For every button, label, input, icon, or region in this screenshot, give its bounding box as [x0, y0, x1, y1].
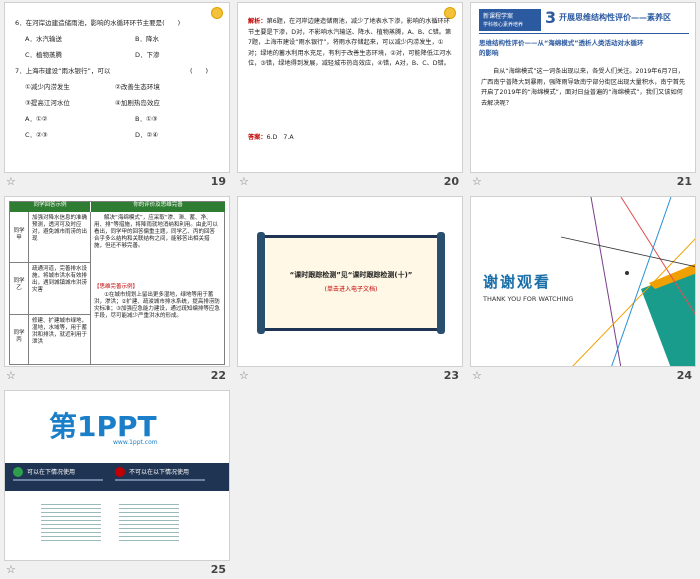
student-name: 同学丙	[13, 330, 25, 343]
answer-table: 同学回答示例 你的评价及思维完善 同学甲 加强对降水信息的准确预测，透河可及时应…	[9, 201, 225, 365]
scroll-rod-left	[257, 232, 265, 334]
placeholder-line	[115, 479, 205, 481]
slide-thumbnail-24[interactable]: 谢谢观看 THANK YOU FOR WATCHING ☆ 24	[470, 196, 696, 385]
subtitle: 思维结构性评价——从“海绵模式”透析人类活动对水循环	[479, 39, 644, 47]
slide-number: 21	[676, 175, 692, 188]
option-b: B．降水	[135, 35, 159, 43]
question-6: 6．在河岸边建造储雨池，影响的水循环环节主要是( )	[15, 19, 181, 27]
question-7: 7．上海市建设“雨水银行”，可以	[15, 67, 111, 75]
body-text: 自从“海绵模式”这一词条出现以来，各受人们关注。2019年6月7日，广西南宁普降…	[481, 68, 686, 107]
slide-number: 24	[676, 369, 692, 382]
choice-1: ①减少内涝发生	[25, 83, 70, 91]
slide-canvas: 6．在河岸边建造储雨池，影响的水循环环节主要是( ) A．水汽输送 B．降水 C…	[4, 2, 230, 173]
star-icon[interactable]: ☆	[472, 369, 482, 382]
scroll-main-text: “课时跟踪检测”见“课时跟踪检测(十)”	[289, 271, 413, 279]
answer-line: 答案：6.D 7.A	[248, 133, 454, 144]
qr-preview-left	[41, 501, 101, 541]
slide-thumbnail-22[interactable]: 同学回答示例 你的评价及思维完善 同学甲 加强对降水信息的准确预测，透河可及时应…	[4, 196, 230, 385]
star-icon[interactable]: ☆	[6, 369, 16, 382]
choice-3: ③提高江河水位	[25, 99, 70, 107]
answer-value: 6.D 7.A	[266, 134, 294, 141]
thanks-subtitle: THANK YOU FOR WATCHING	[483, 295, 574, 303]
option-d: D．下渗	[135, 51, 160, 59]
slide-canvas: “课时跟踪检测”见“课时跟踪检测(十)” (单击进入电子文档)	[237, 196, 463, 367]
completed-text: ①在城市规划上留出更多湿地，绿地等用于蓄洪，渗洪；②扩建、疏浚城市排水系统，提高…	[94, 292, 220, 319]
cross-icon	[115, 467, 125, 477]
option-a: A．①②	[25, 115, 48, 123]
star-icon[interactable]: ☆	[239, 175, 249, 188]
header-badge: 新课程学案 学科核心素养培养	[479, 9, 541, 31]
slide-thumbnail-21[interactable]: 新课程学案 学科核心素养培养 3 开展思维结构性评价——素养区 思维结构性评价—…	[470, 2, 696, 191]
header-badge-title: 新课程学案	[483, 13, 514, 20]
sun-icon	[211, 7, 223, 19]
option-a: A．水汽输送	[25, 35, 62, 43]
student-name: 同学甲	[13, 228, 25, 241]
option-b: B．①③	[135, 115, 158, 123]
subtitle-cont: 的影响	[479, 49, 499, 57]
column-divider	[90, 212, 91, 364]
can-use-label: 可以在下情况使用	[27, 469, 76, 476]
analysis-text: 解析：第6题，在河岸边建造储雨池，减少了地表水下渗，影响的水循环环节主要是下渗，…	[248, 17, 454, 70]
option-d: D．②④	[135, 131, 159, 139]
student-answer: 疏通河道，完善排水设施，将城市洪水有效排出，遇到城镇城市洪涝灾害	[32, 266, 88, 293]
section-title: 开展思维结构性评价——素养区	[559, 13, 671, 22]
column-divider	[28, 212, 29, 364]
slide-canvas: 第1PPT www.1ppt.com 可以在下情况使用 不可以在以下情况使用	[4, 390, 230, 561]
evaluation-text: 解决“海绵模式”，应采取“渗、滞、蓄、净、用、排”等措施，将降雨就地消纳和利用。…	[94, 215, 218, 249]
answer-label: 答案：	[248, 134, 267, 141]
slide-number: 22	[210, 369, 226, 382]
slide-canvas: 谢谢观看 THANK YOU FOR WATCHING	[470, 196, 696, 367]
slide-canvas: 同学回答示例 你的评价及思维完善 同学甲 加强对降水信息的准确预测，透河可及时应…	[4, 196, 230, 367]
slide-thumbnail-25[interactable]: 第1PPT www.1ppt.com 可以在下情况使用 不可以在以下情况使用 ☆…	[4, 390, 230, 579]
row-divider	[10, 262, 90, 263]
slide-thumbnail-20[interactable]: 解析：第6题，在河岸边建造储雨池，减少了地表水下渗，影响的水循环环节主要是下渗，…	[237, 2, 463, 191]
slide-canvas: 解析：第6题，在河岸边建造储雨池，减少了地表水下渗，影响的水循环环节主要是下渗，…	[237, 2, 463, 173]
section-number: 3	[545, 8, 557, 27]
scroll-rod-right	[437, 232, 445, 334]
student-answer: 修建、扩建城市绿地，湿地，水域等，用于蓄洪和排洪，就近利用于泄洪	[32, 318, 88, 345]
slide-canvas: 新课程学案 学科核心素养培养 3 开展思维结构性评价——素养区 思维结构性评价—…	[470, 2, 696, 173]
scroll-banner: “课时跟踪检测”见“课时跟踪检测(十)” (单击进入电子文档)	[257, 232, 445, 334]
slide-number: 23	[443, 369, 459, 382]
thanks-title: 谢谢观看	[483, 273, 552, 291]
slide-number: 20	[443, 175, 459, 188]
header-divider	[479, 33, 689, 34]
logo-area: 第1PPT www.1ppt.com	[5, 391, 229, 463]
analysis-body: 第6题，在河岸边建造储雨池，减少了地表水下渗，影响的水循环环节主要是下渗，D对，…	[248, 18, 452, 67]
analysis-label: 解析：	[248, 18, 267, 25]
slide-number: 19	[210, 175, 226, 188]
answer-bracket: ( )	[190, 67, 209, 75]
choice-2: ②改善生态环境	[115, 83, 160, 91]
star-icon[interactable]: ☆	[239, 369, 249, 382]
qr-preview-right	[119, 501, 179, 541]
cannot-use-label: 不可以在以下情况使用	[129, 469, 190, 476]
row-divider	[10, 314, 90, 315]
logo-url: www.1ppt.com	[113, 439, 158, 446]
star-icon[interactable]: ☆	[472, 175, 482, 188]
check-icon	[13, 467, 23, 477]
slide-thumbnail-19[interactable]: 6．在河岸边建造储雨池，影响的水循环环节主要是( ) A．水汽输送 B．降水 C…	[4, 2, 230, 191]
usage-banner: 可以在下情况使用 不可以在以下情况使用	[5, 463, 229, 491]
student-name: 同学乙	[13, 278, 25, 291]
complete-label: 【思维完善示例】	[94, 284, 139, 290]
header-badge-sub: 学科核心素养培养	[483, 22, 524, 28]
placeholder-line	[13, 479, 103, 481]
table-header-cell: 同学回答示例	[10, 202, 90, 212]
star-icon[interactable]: ☆	[6, 175, 16, 188]
table-header-cell: 你的评价及思维完善	[90, 202, 225, 212]
slide-number: 25	[210, 563, 226, 576]
slide-thumbnail-23[interactable]: “课时跟踪检测”见“课时跟踪检测(十)” (单击进入电子文档) ☆ 23	[237, 196, 463, 385]
choice-4: ④加剧热岛效应	[115, 99, 160, 107]
option-c: C．植物蒸腾	[25, 51, 63, 59]
option-c: C．②③	[25, 131, 48, 139]
star-icon[interactable]: ☆	[6, 563, 16, 576]
student-answer: 加强对降水信息的准确预测，透河可及时应对，避免城市雨涝的出现	[32, 215, 88, 242]
scroll-link-text[interactable]: (单击进入电子文档)	[265, 284, 437, 293]
